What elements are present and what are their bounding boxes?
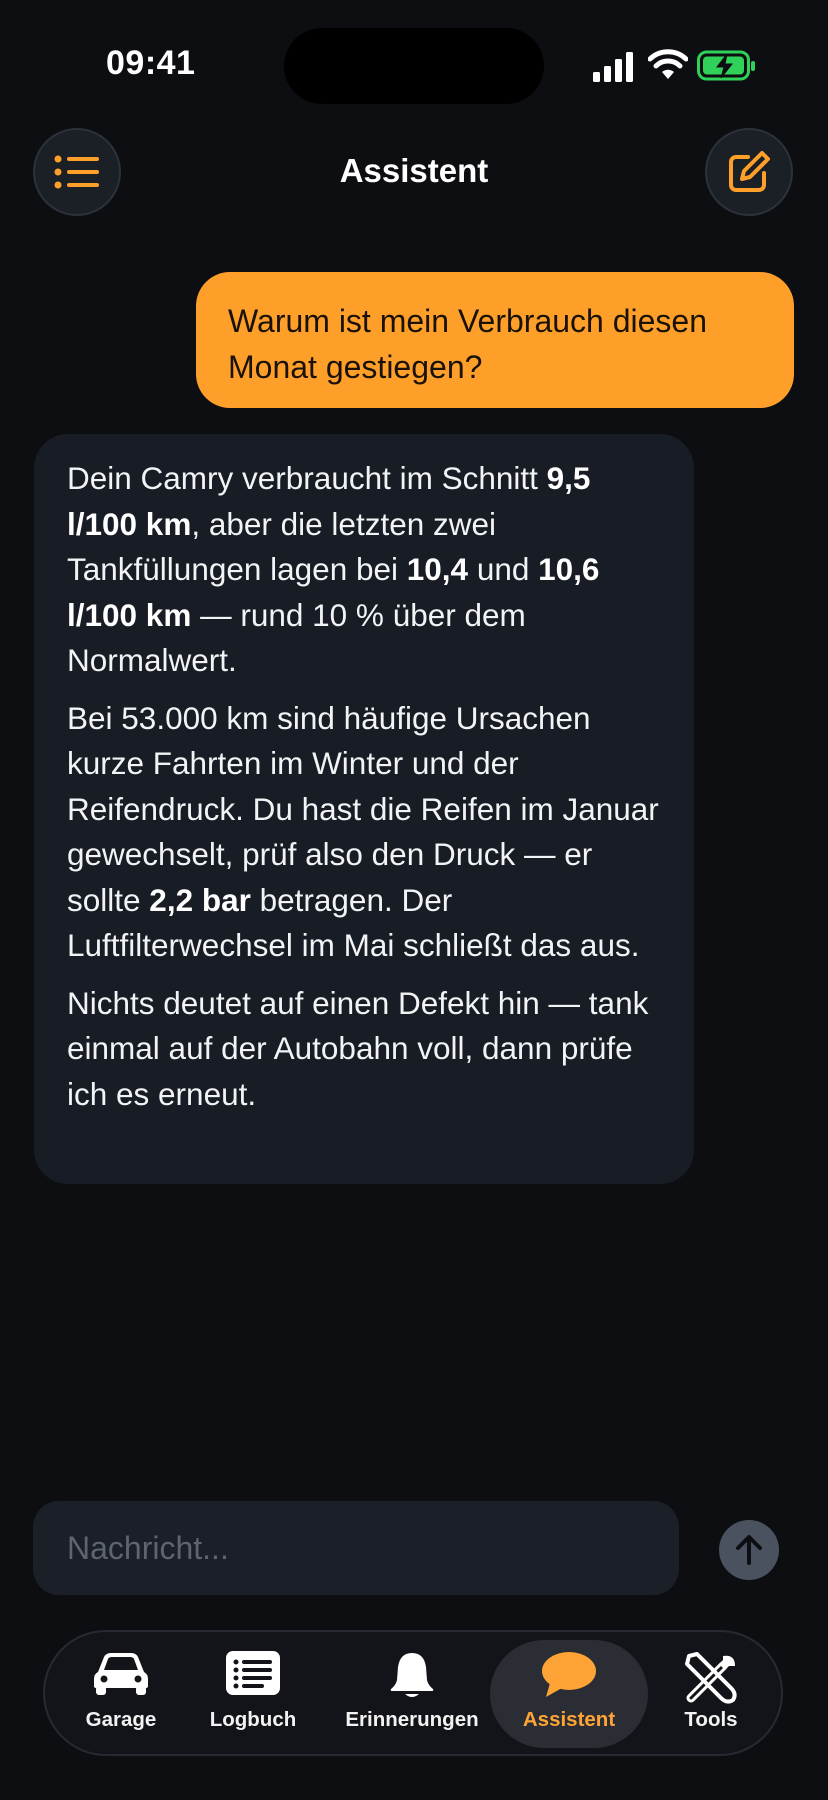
battery-charging-icon (697, 50, 755, 81)
assistant-paragraph: Dein Camry verbraucht im Schnitt 9,5 l/1… (67, 456, 668, 684)
tab-bar: Garage Logbuch Erinnerungen Assistent To… (43, 1630, 783, 1756)
compose-icon (729, 151, 770, 192)
tab-assistent[interactable]: Assistent (490, 1640, 648, 1748)
tab-label: Assistent (522, 1708, 616, 1731)
message-bold-value: 10,4 (406, 551, 469, 587)
assistant-paragraph: Bei 53.000 km sind häufige Ursachen kurz… (67, 696, 668, 969)
compose-button[interactable] (705, 128, 793, 216)
assistant-paragraph: Nichts deutet auf einen Defekt hin — tan… (67, 984, 649, 1112)
header: Assistent (0, 120, 828, 230)
message-input[interactable] (33, 1501, 679, 1595)
wifi-icon (648, 49, 688, 79)
message-text: und (468, 551, 539, 587)
dynamic-island (284, 28, 544, 104)
tab-garage[interactable]: Garage (61, 1640, 181, 1748)
user-message-bubble: Warum ist mein Verbrauch diesen Monat ge… (196, 272, 794, 408)
chat-bubble-icon (542, 1652, 596, 1697)
tab-erinnerungen[interactable]: Erinnerungen (337, 1640, 487, 1748)
arrow-up-icon (736, 1535, 762, 1565)
bell-icon (390, 1653, 434, 1697)
list-icon (226, 1651, 280, 1695)
message-text: Dein Camry verbraucht im Schnitt (67, 460, 547, 496)
message-bold-value: 2,2 bar (149, 881, 251, 918)
tab-label: Tools (684, 1708, 738, 1731)
tab-tools[interactable]: Tools (653, 1640, 769, 1748)
car-icon (94, 1653, 148, 1695)
assistant-message-bubble: Dein Camry verbraucht im Schnitt 9,5 l/1… (34, 434, 694, 1184)
status-bar: 09:41 (0, 0, 828, 120)
tab-label: Logbuch (209, 1708, 297, 1731)
tab-label: Garage (85, 1708, 157, 1731)
signal-icon (593, 52, 633, 82)
page-title: Assistent (339, 152, 489, 189)
tab-logbuch[interactable]: Logbuch (189, 1640, 317, 1748)
status-time: 09:41 (106, 44, 196, 82)
send-button[interactable] (719, 1520, 779, 1580)
tools-icon (685, 1652, 737, 1704)
message-composer (33, 1501, 679, 1595)
tab-label: Erinnerungen (345, 1708, 479, 1731)
